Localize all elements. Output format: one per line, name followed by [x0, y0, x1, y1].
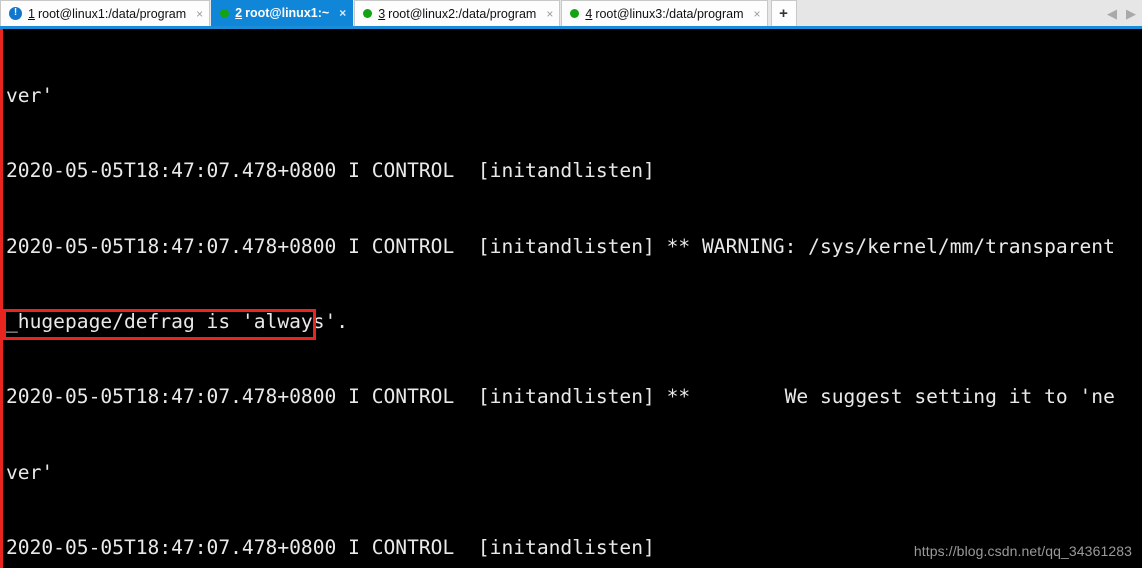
tab-1-label: root@linux1:/data/program	[37, 6, 187, 21]
terminal-line: 2020-05-05T18:47:07.478+0800 I CONTROL […	[6, 159, 655, 183]
warning-status-icon	[9, 6, 22, 20]
terminal-line: _hugepage/defrag is 'always'.	[6, 310, 349, 334]
tab-1-close-icon[interactable]: ×	[196, 8, 203, 20]
connected-status-icon	[570, 9, 580, 18]
tab-scroll-controls: ◀ ▶	[1107, 0, 1142, 26]
tab-2-number: 2	[235, 6, 243, 20]
watermark-text: https://blog.csdn.net/qq_34361283	[913, 543, 1132, 559]
connected-status-icon	[363, 9, 373, 18]
tab-4[interactable]: 4 root@linux3:/data/program ×	[561, 0, 768, 26]
terminal-window: 1 root@linux1:/data/program × 2 root@lin…	[0, 0, 1142, 568]
scroll-left-icon[interactable]: ◀	[1107, 7, 1117, 20]
connected-status-icon	[220, 8, 230, 18]
tab-4-label: root@linux3:/data/program	[595, 6, 744, 21]
tab-2-label: root@linux1:~	[245, 6, 330, 20]
tab-3[interactable]: 3 root@linux2:/data/program ×	[354, 0, 561, 26]
terminal-text: ver' 2020-05-05T18:47:07.478+0800 I CONT…	[6, 33, 1115, 568]
terminal-output-area[interactable]: ver' 2020-05-05T18:47:07.478+0800 I CONT…	[0, 29, 1142, 568]
tab-3-close-icon[interactable]: ×	[546, 8, 553, 20]
tab-1[interactable]: 1 root@linux1:/data/program ×	[0, 0, 211, 26]
tab-3-number: 3	[378, 6, 386, 21]
tab-1-number: 1	[28, 6, 35, 21]
new-tab-button[interactable]: +	[770, 0, 797, 26]
tab-4-number: 4	[585, 6, 593, 21]
tab-2[interactable]: 2 root@linux1:~ ×	[211, 0, 354, 26]
tab-4-close-icon[interactable]: ×	[754, 8, 761, 20]
tab-list: 1 root@linux1:/data/program × 2 root@lin…	[0, 0, 797, 26]
tab-2-close-icon[interactable]: ×	[339, 7, 346, 19]
tab-3-label: root@linux2:/data/program	[388, 6, 537, 21]
terminal-line: 2020-05-05T18:47:07.478+0800 I CONTROL […	[6, 234, 1115, 258]
terminal-line: ver'	[6, 84, 54, 108]
tab-bar: 1 root@linux1:/data/program × 2 root@lin…	[0, 0, 1142, 29]
terminal-line: 2020-05-05T18:47:07.478+0800 I CONTROL […	[6, 385, 1115, 409]
terminal-line: ver'	[6, 460, 54, 484]
scroll-right-icon[interactable]: ▶	[1126, 7, 1136, 20]
